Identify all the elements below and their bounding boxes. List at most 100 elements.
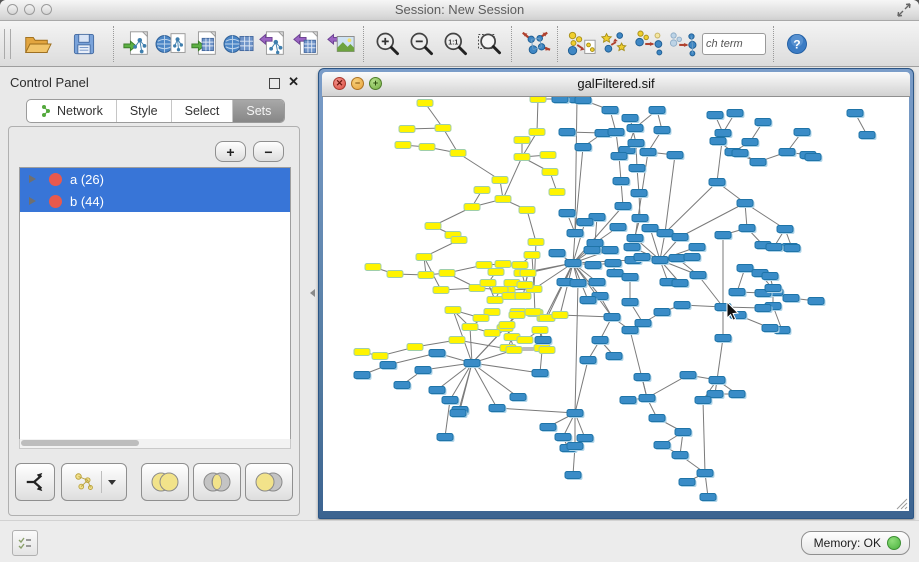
add-set-button[interactable]: + <box>215 141 246 162</box>
graph-edge[interactable] <box>537 99 538 132</box>
graph-node[interactable] <box>674 302 690 309</box>
graph-edge[interactable] <box>534 242 536 289</box>
graph-node[interactable] <box>672 280 688 287</box>
tab-network[interactable]: Network <box>27 100 117 122</box>
graph-node[interactable] <box>495 196 511 203</box>
graph-node[interactable] <box>707 112 723 119</box>
graph-node[interactable] <box>689 244 705 251</box>
graph-node[interactable] <box>354 349 370 356</box>
search-input[interactable]: ch term <box>702 33 766 55</box>
graph-node[interactable] <box>592 337 608 344</box>
tab-style[interactable]: Style <box>117 100 172 122</box>
panel-collapse-arrow[interactable] <box>310 289 315 297</box>
remove-set-button[interactable]: − <box>253 141 284 162</box>
graph-node[interactable] <box>429 387 445 394</box>
import-table-file-button[interactable] <box>188 27 222 61</box>
graph-node[interactable] <box>528 239 544 246</box>
graph-node[interactable] <box>605 260 621 267</box>
graph-node[interactable] <box>484 330 500 337</box>
graph-node[interactable] <box>607 270 623 277</box>
graph-node[interactable] <box>539 347 555 354</box>
graph-node[interactable] <box>394 382 410 389</box>
toolbar-drag-handle[interactable] <box>4 29 11 59</box>
network-canvas[interactable] <box>323 97 909 511</box>
graph-node[interactable] <box>577 435 593 442</box>
graph-node[interactable] <box>476 262 492 269</box>
graph-node[interactable] <box>620 397 636 404</box>
graph-node[interactable] <box>542 169 558 176</box>
graph-node[interactable] <box>622 299 638 306</box>
graph-node[interactable] <box>709 179 725 186</box>
graph-node[interactable] <box>777 226 793 233</box>
graph-node[interactable] <box>715 130 731 137</box>
graph-node[interactable] <box>549 250 565 257</box>
graph-node[interactable] <box>805 154 821 161</box>
graph-node[interactable] <box>399 126 415 133</box>
graph-node[interactable] <box>575 97 591 104</box>
graph-node[interactable] <box>765 285 781 292</box>
zoom-actual-button[interactable]: 1:1 <box>438 27 472 61</box>
graph-node[interactable] <box>517 282 533 289</box>
graph-node[interactable] <box>418 272 434 279</box>
graph-node[interactable] <box>439 270 455 277</box>
graph-node[interactable] <box>632 215 648 222</box>
graph-node[interactable] <box>540 152 556 159</box>
task-history-button[interactable] <box>12 530 38 556</box>
graph-node[interactable] <box>783 295 799 302</box>
graph-node[interactable] <box>520 270 536 277</box>
graph-edge[interactable] <box>527 210 536 242</box>
graph-node[interactable] <box>416 254 432 261</box>
graph-node[interactable] <box>524 252 540 259</box>
graph-node[interactable] <box>451 237 467 244</box>
graph-node[interactable] <box>437 434 453 441</box>
import-network-web-button[interactable] <box>154 27 188 61</box>
graph-node[interactable] <box>487 297 503 304</box>
graph-node[interactable] <box>450 150 466 157</box>
create-set-from-network-button[interactable] <box>61 463 127 501</box>
graph-node[interactable] <box>387 271 403 278</box>
graph-node[interactable] <box>784 245 800 252</box>
graph-node[interactable] <box>634 374 650 381</box>
graph-node[interactable] <box>519 207 535 214</box>
graph-edge[interactable] <box>665 182 717 233</box>
graph-node[interactable] <box>684 254 700 261</box>
graph-node[interactable] <box>729 289 745 296</box>
memory-status-button[interactable]: Memory: OK <box>801 531 910 555</box>
graph-node[interactable] <box>529 129 545 136</box>
graph-node[interactable] <box>690 272 706 279</box>
zoom-in-button[interactable] <box>370 27 404 61</box>
graph-node[interactable] <box>729 391 745 398</box>
graph-node[interactable] <box>847 110 863 117</box>
graph-node[interactable] <box>697 470 713 477</box>
graph-node[interactable] <box>510 394 526 401</box>
graph-edge[interactable] <box>573 263 612 317</box>
graph-node[interactable] <box>762 273 778 280</box>
graph-node[interactable] <box>512 262 528 269</box>
graph-node[interactable] <box>679 479 695 486</box>
graph-node[interactable] <box>622 115 638 122</box>
graph-node[interactable] <box>587 240 603 247</box>
graph-node[interactable] <box>602 107 618 114</box>
graph-node[interactable] <box>649 415 665 422</box>
zoom-fit-button[interactable] <box>472 27 506 61</box>
graph-node[interactable] <box>654 442 670 449</box>
graph-node[interactable] <box>473 315 489 322</box>
graph-node[interactable] <box>514 137 530 144</box>
graph-node[interactable] <box>495 261 511 268</box>
graph-node[interactable] <box>372 353 388 360</box>
graph-edge[interactable] <box>472 363 540 373</box>
graph-node[interactable] <box>540 424 556 431</box>
graph-node[interactable] <box>499 322 515 329</box>
graph-edge[interactable] <box>458 363 472 413</box>
network-graph[interactable] <box>323 97 909 511</box>
graph-node[interactable] <box>642 225 658 232</box>
graph-node[interactable] <box>629 165 645 172</box>
graph-node[interactable] <box>577 219 593 226</box>
graph-node[interactable] <box>584 247 600 254</box>
graph-node[interactable] <box>715 335 731 342</box>
graph-node[interactable] <box>695 397 711 404</box>
graph-edge[interactable] <box>497 408 575 413</box>
graph-edge[interactable] <box>445 400 450 437</box>
graph-node[interactable] <box>602 247 618 254</box>
graph-node[interactable] <box>585 262 601 269</box>
